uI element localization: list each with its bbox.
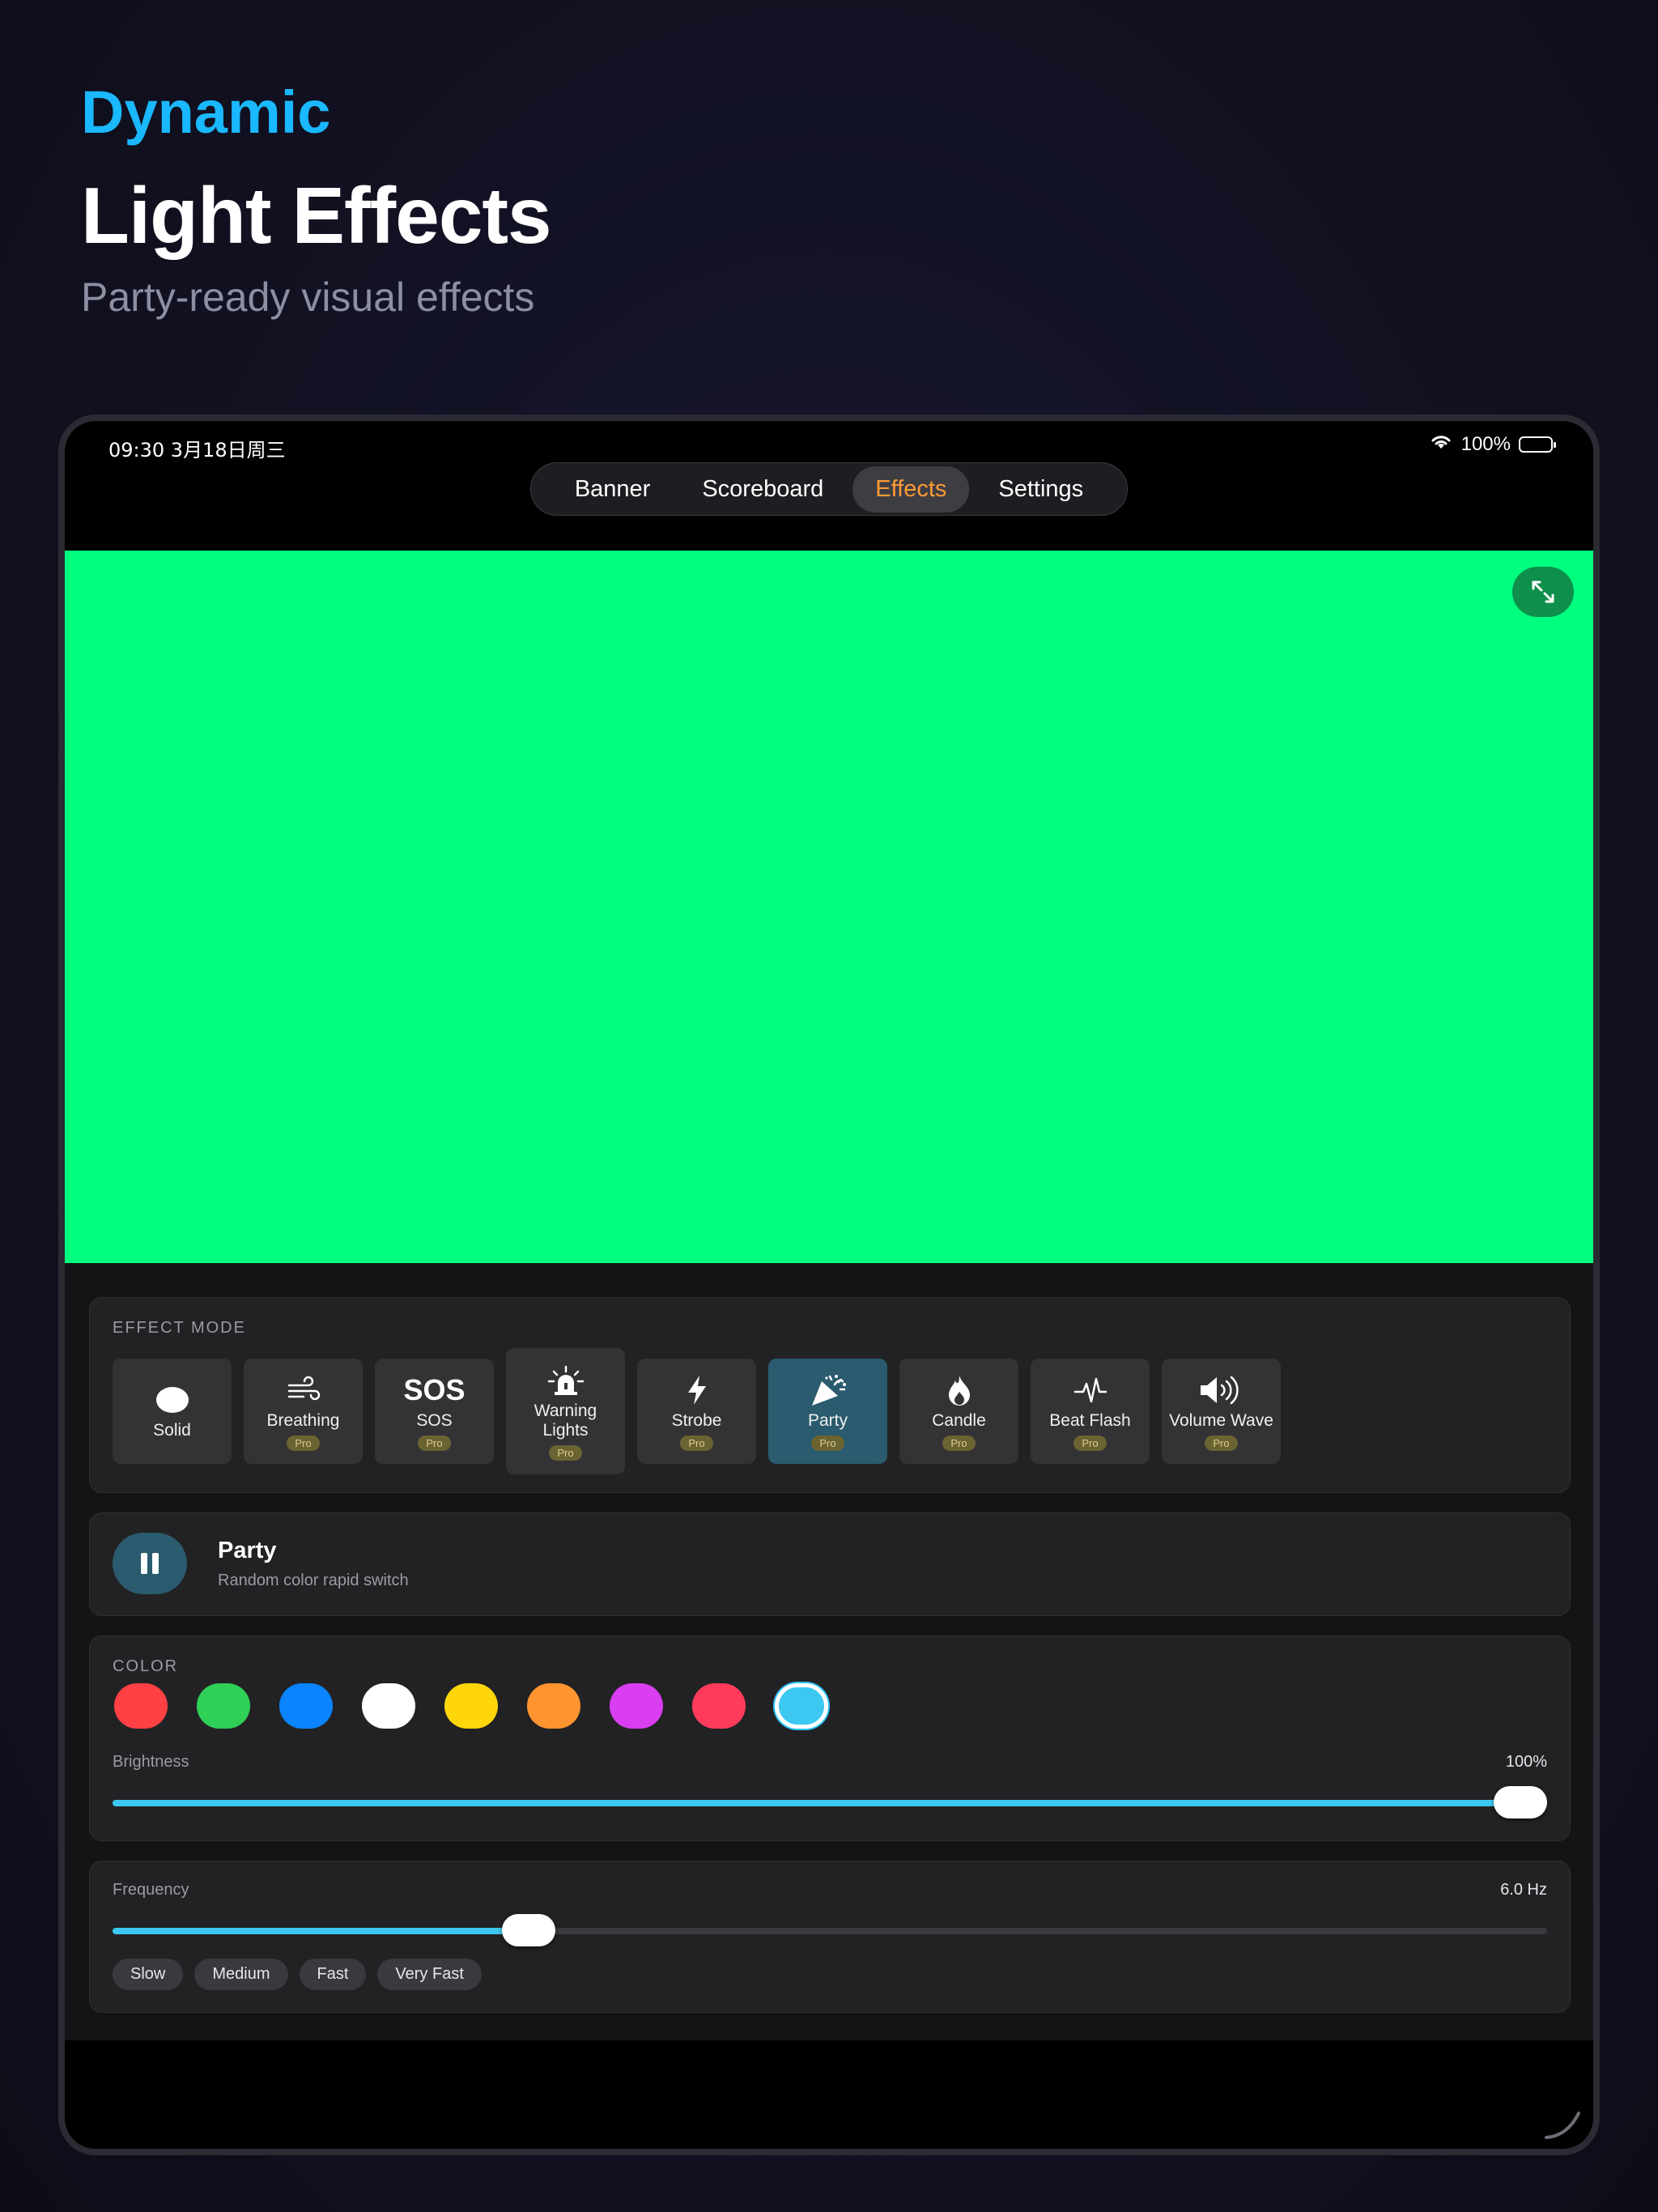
tab-banner[interactable]: Banner	[552, 466, 674, 513]
frequency-card: Frequency 6.0 Hz Slow Medium Fast Very F…	[89, 1861, 1571, 2013]
effect-mode-card: EFFECT MODE Solid Breathing Pro SOS SOS	[89, 1297, 1571, 1493]
wifi-icon	[1429, 432, 1453, 456]
now-playing-card: Party Random color rapid switch	[89, 1512, 1571, 1616]
flame-icon	[946, 1372, 973, 1408]
circle-icon	[155, 1382, 189, 1418]
mode-party[interactable]: Party Pro	[768, 1359, 887, 1464]
color-swatch[interactable]	[527, 1683, 580, 1729]
frequency-value: 6.0 Hz	[1500, 1881, 1547, 1899]
mode-label: Warning Lights	[534, 1401, 597, 1440]
resize-corner-icon	[1545, 2112, 1580, 2139]
speaker-wave-icon	[1199, 1372, 1244, 1408]
preset-very-fast[interactable]: Very Fast	[377, 1959, 482, 1990]
color-swatch[interactable]	[610, 1683, 663, 1729]
device-screen: 09:30 3月18日周三 100% Banner Scoreboard Eff…	[65, 421, 1593, 2149]
tab-settings[interactable]: Settings	[976, 466, 1106, 513]
effect-mode-list: Solid Breathing Pro SOS SOS Pro Warning …	[113, 1348, 1281, 1474]
effect-mode-label: EFFECT MODE	[113, 1319, 246, 1337]
color-swatch[interactable]	[692, 1683, 746, 1729]
mode-label: Candle	[932, 1410, 986, 1430]
mode-sos[interactable]: SOS SOS Pro	[375, 1359, 494, 1464]
pro-badge: Pro	[942, 1435, 976, 1451]
battery-percent: 100%	[1460, 432, 1511, 455]
color-swatch[interactable]	[114, 1683, 168, 1729]
pause-button[interactable]	[113, 1533, 187, 1594]
mode-label: Volume Wave	[1169, 1410, 1273, 1430]
mode-candle[interactable]: Candle Pro	[899, 1359, 1018, 1464]
mode-label: Solid	[153, 1421, 191, 1440]
device-frame: 09:30 3月18日周三 100% Banner Scoreboard Eff…	[58, 415, 1600, 2155]
hero-kicker: Dynamic	[81, 79, 331, 146]
color-swatch[interactable]	[197, 1683, 250, 1729]
color-swatch[interactable]	[444, 1683, 498, 1729]
pause-icon	[141, 1553, 159, 1574]
frequency-thumb[interactable]	[501, 1914, 555, 1946]
pro-badge: Pro	[287, 1435, 320, 1451]
siren-icon	[547, 1363, 585, 1398]
expand-icon	[1532, 581, 1554, 603]
mode-strobe[interactable]: Strobe Pro	[637, 1359, 756, 1464]
status-right: 100%	[1429, 432, 1556, 456]
color-swatch-list	[114, 1683, 828, 1729]
color-card: COLOR Brightness 100%	[89, 1636, 1571, 1841]
mode-label: Strobe	[671, 1410, 722, 1430]
hero-subtitle: Party-ready visual effects	[81, 274, 535, 320]
sos-icon: SOS	[403, 1372, 466, 1406]
color-swatch[interactable]	[362, 1683, 415, 1729]
mode-solid[interactable]: Solid	[113, 1359, 232, 1464]
mode-label: Party	[807, 1410, 848, 1430]
mode-volume-wave[interactable]: Volume Wave Pro	[1162, 1359, 1281, 1464]
party-popper-icon	[809, 1372, 848, 1408]
wind-icon	[286, 1372, 321, 1408]
pro-badge: Pro	[418, 1435, 451, 1451]
brightness-fill	[113, 1800, 1547, 1806]
mode-label: SOS	[416, 1410, 453, 1430]
battery-icon	[1519, 436, 1556, 453]
mode-warning-lights[interactable]: Warning Lights Pro	[506, 1348, 625, 1474]
preset-fast[interactable]: Fast	[299, 1959, 367, 1990]
frequency-label: Frequency	[113, 1881, 189, 1899]
preset-medium[interactable]: Medium	[194, 1959, 288, 1990]
mode-breathing[interactable]: Breathing Pro	[244, 1359, 363, 1464]
waveform-icon	[1073, 1372, 1107, 1408]
pro-badge: Pro	[1073, 1435, 1107, 1451]
pro-badge: Pro	[549, 1444, 582, 1461]
current-effect-description: Random color rapid switch	[218, 1572, 409, 1589]
fullscreen-button[interactable]	[1512, 567, 1574, 617]
frequency-fill	[113, 1928, 529, 1934]
frequency-slider[interactable]	[113, 1914, 1547, 1946]
frequency-presets: Slow Medium Fast Very Fast	[113, 1959, 482, 1990]
hero-title: Light Effects	[81, 171, 551, 260]
color-swatch[interactable]	[775, 1683, 828, 1729]
pro-badge: Pro	[811, 1435, 844, 1451]
color-label: COLOR	[113, 1657, 179, 1675]
light-preview[interactable]	[65, 551, 1593, 1263]
pro-badge: Pro	[1205, 1435, 1238, 1451]
tab-effects[interactable]: Effects	[852, 466, 970, 513]
controls-panel: EFFECT MODE Solid Breathing Pro SOS SOS	[65, 1263, 1593, 2040]
mode-label: Breathing	[266, 1410, 340, 1430]
pro-badge: Pro	[680, 1435, 713, 1451]
preset-slow[interactable]: Slow	[113, 1959, 184, 1990]
status-time: 09:30 3月18日周三	[108, 439, 286, 462]
mode-beat-flash[interactable]: Beat Flash Pro	[1031, 1359, 1150, 1464]
bolt-icon	[685, 1372, 709, 1408]
mode-label: Beat Flash	[1049, 1410, 1131, 1430]
brightness-thumb[interactable]	[1494, 1786, 1547, 1819]
tab-scoreboard[interactable]: Scoreboard	[679, 466, 846, 513]
brightness-label: Brightness	[113, 1753, 189, 1771]
current-effect-title: Party	[218, 1538, 277, 1563]
main-tab-bar: Banner Scoreboard Effects Settings	[530, 462, 1128, 516]
color-swatch[interactable]	[279, 1683, 333, 1729]
brightness-slider[interactable]	[113, 1786, 1547, 1819]
brightness-value: 100%	[1505, 1753, 1547, 1771]
